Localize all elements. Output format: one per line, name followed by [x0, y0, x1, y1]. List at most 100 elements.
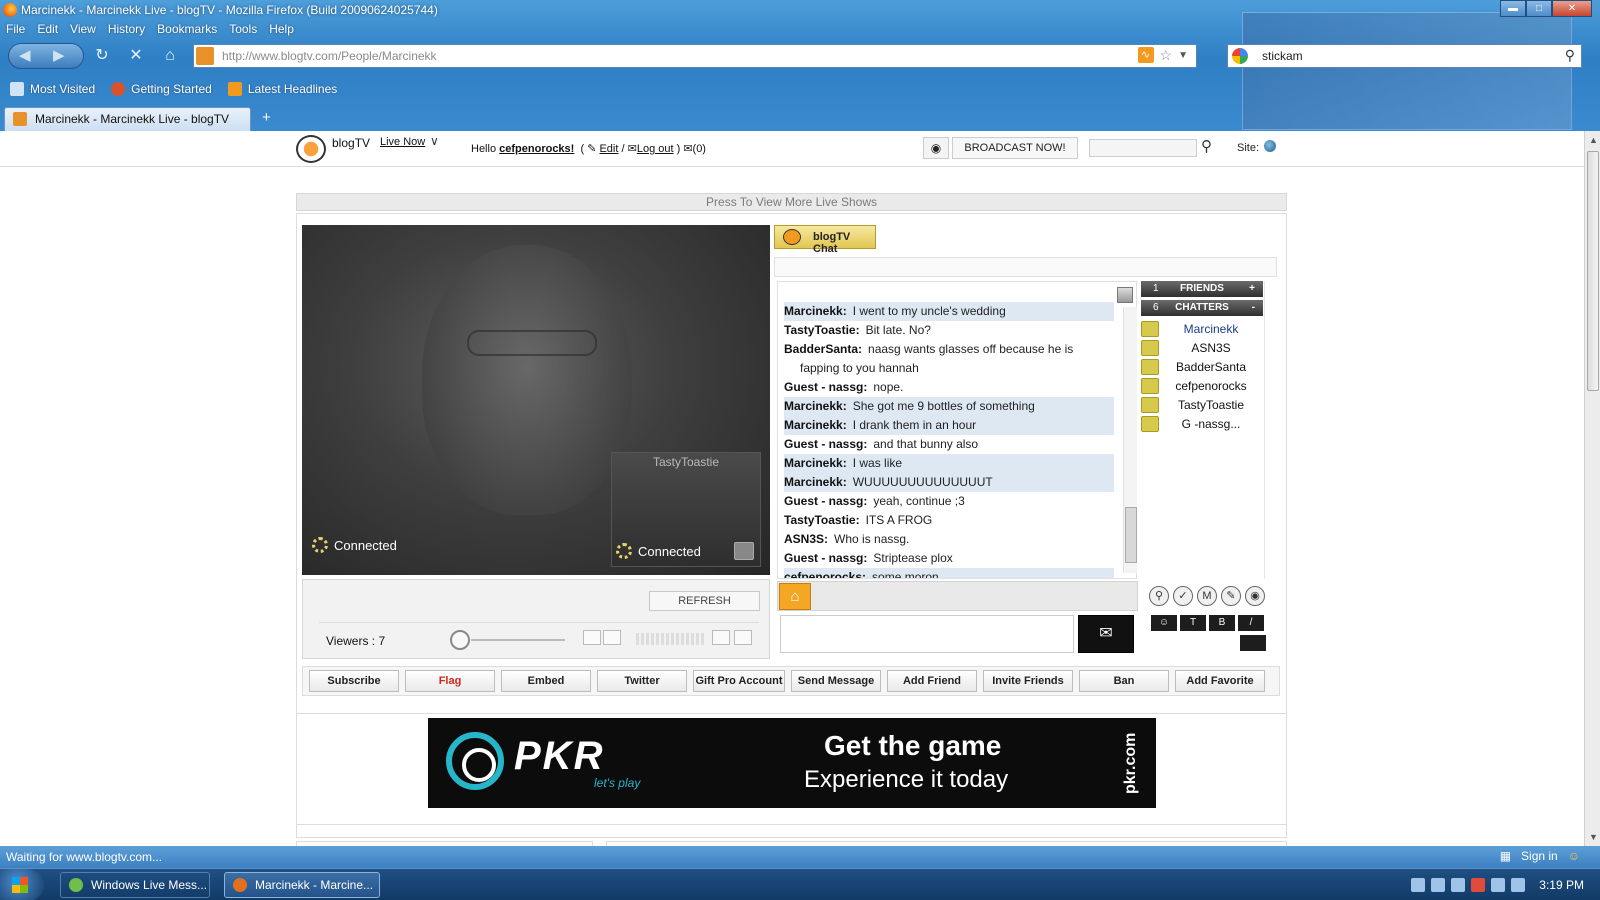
chat-author[interactable]: Guest - nassg:: [784, 494, 867, 508]
minimize-button[interactable]: ▬: [1500, 0, 1526, 17]
volume-slider-handle[interactable]: [450, 630, 470, 650]
flag-button[interactable]: Flag: [405, 670, 495, 692]
emoticon-icon[interactable]: ☺: [1151, 615, 1177, 631]
tab-blogtv[interactable]: Marcinekk - Marcinekk Live - blogTV: [4, 107, 251, 131]
pencil-icon[interactable]: ✎: [1221, 586, 1241, 606]
search-icon[interactable]: ⚲: [1565, 47, 1575, 64]
page-scrollbar-thumb[interactable]: [1587, 151, 1599, 391]
menu-history[interactable]: History: [102, 20, 151, 40]
add-friend-button[interactable]: Add Friend: [887, 670, 977, 692]
italic-button[interactable]: /: [1238, 615, 1264, 631]
address-bar[interactable]: http://www.blogtv.com/People/Marcinekk ∿…: [193, 44, 1197, 68]
close-button[interactable]: ✕: [1552, 0, 1592, 17]
maximize-button[interactable]: □: [1526, 0, 1552, 17]
fullscreen-icon[interactable]: [712, 630, 730, 645]
menu-tools[interactable]: Tools: [223, 20, 263, 40]
chat-scrollbar-thumb[interactable]: [1125, 507, 1137, 563]
user-list-item[interactable]: BadderSanta: [1141, 357, 1263, 376]
user-list-scrollbar[interactable]: [1264, 281, 1278, 579]
addon-icon[interactable]: ☺: [1568, 849, 1580, 863]
start-button[interactable]: [0, 869, 44, 900]
chat-author[interactable]: Marcinekk:: [784, 475, 847, 489]
color-picker-button[interactable]: [1240, 635, 1266, 651]
chatters-group-header[interactable]: 6 CHATTERS -: [1141, 300, 1263, 316]
chat-log[interactable]: Marcinekk: I went to my uncle's wedding T…: [777, 281, 1137, 579]
chat-author[interactable]: ASN3S:: [784, 532, 828, 546]
bookmark-latest-headlines[interactable]: Latest Headlines: [227, 78, 337, 100]
speaker-icon[interactable]: [734, 542, 754, 560]
pkr-banner-ad[interactable]: PKR let's play Get the game Experience i…: [428, 718, 1156, 808]
user-list-item[interactable]: cefpenorocks: [1141, 376, 1263, 395]
edit-profile-link[interactable]: Edit: [599, 143, 618, 155]
url-dropdown-icon[interactable]: ▼: [1178, 47, 1188, 65]
send-message-button[interactable]: ✉: [1078, 615, 1134, 653]
ban-button[interactable]: Ban: [1079, 670, 1169, 692]
broadcast-now-button[interactable]: BROADCAST NOW!: [952, 137, 1078, 159]
volume-slider-track[interactable]: [471, 639, 565, 641]
rss-feed-icon[interactable]: ∿: [1137, 47, 1154, 63]
refresh-button[interactable]: REFRESH: [649, 591, 760, 611]
subscribe-button[interactable]: Subscribe: [309, 670, 399, 692]
url-text[interactable]: http://www.blogtv.com/People/Marcinekk: [222, 49, 437, 63]
search-input[interactable]: stickam: [1262, 49, 1303, 63]
friends-group-header[interactable]: 1 FRIENDS +: [1141, 281, 1263, 297]
invite-friends-button[interactable]: Invite Friends: [983, 670, 1073, 692]
scroll-up-icon[interactable]: ▲: [1589, 135, 1598, 145]
stop-icon[interactable]: ✕: [126, 46, 146, 66]
bookmark-getting-started[interactable]: Getting Started: [111, 78, 212, 100]
chat-author[interactable]: Guest - nassg:: [784, 551, 867, 565]
expand-toggle[interactable]: +: [1249, 281, 1255, 297]
collapse-toggle[interactable]: -: [1252, 300, 1255, 316]
display-icon[interactable]: [1491, 878, 1506, 892]
search-users-icon[interactable]: ⚲: [1149, 586, 1169, 606]
antivirus-icon[interactable]: [1451, 878, 1466, 892]
security-icon[interactable]: [1471, 878, 1486, 892]
send-message-link-button[interactable]: Send Message: [791, 670, 881, 692]
tab-blogtv-chat[interactable]: blogTV Chat: [774, 225, 876, 255]
user-list-item[interactable]: ASN3S: [1141, 338, 1263, 357]
message-count[interactable]: (0): [693, 143, 706, 155]
scroll-down-icon[interactable]: ▼: [1589, 832, 1598, 842]
clock[interactable]: 3:19 PM: [1539, 878, 1584, 892]
guest-video-pip[interactable]: TastyToastie Connected: [611, 452, 761, 567]
blogtv-logo[interactable]: [296, 135, 326, 163]
site-search-input[interactable]: [1089, 139, 1197, 157]
forward-icon[interactable]: ▶: [53, 46, 65, 64]
chat-author[interactable]: Marcinekk:: [784, 399, 847, 413]
speaker-icon[interactable]: [734, 630, 752, 645]
menu-bookmarks[interactable]: Bookmarks: [151, 20, 223, 40]
bookmark-star-icon[interactable]: ☆: [1160, 47, 1173, 65]
chat-author[interactable]: BadderSanta:: [784, 342, 862, 356]
google-search-engine-icon[interactable]: [1232, 48, 1248, 64]
video-player[interactable]: Connected TastyToastie Connected: [302, 225, 770, 575]
new-tab-button[interactable]: +: [262, 109, 271, 126]
bold-button[interactable]: B: [1209, 615, 1235, 631]
chat-message-input[interactable]: [780, 615, 1074, 653]
save-chat-icon[interactable]: [1117, 287, 1133, 303]
page-scrollbar[interactable]: ▲ ▼: [1584, 131, 1600, 846]
menu-edit[interactable]: Edit: [31, 20, 64, 40]
bookmark-most-visited[interactable]: Most Visited: [10, 78, 95, 100]
sign-in-link[interactable]: Sign in: [1521, 849, 1558, 863]
chat-author[interactable]: Guest - nassg:: [784, 380, 867, 394]
globe-icon[interactable]: ◉: [1245, 586, 1265, 606]
menu-file[interactable]: File: [0, 20, 31, 40]
add-favorite-button[interactable]: Add Favorite: [1175, 670, 1265, 692]
taskbar-item-firefox[interactable]: Marcinekk - Marcine...: [224, 872, 380, 898]
chat-author[interactable]: Marcinekk:: [784, 304, 847, 318]
reload-icon[interactable]: ↻: [92, 46, 112, 66]
menu-help[interactable]: Help: [263, 20, 300, 40]
chat-author[interactable]: TastyToastie:: [784, 323, 860, 337]
messenger-tray-icon[interactable]: [1431, 878, 1446, 892]
split-view-icon[interactable]: [603, 630, 621, 645]
chat-scrollbar[interactable]: [1123, 307, 1137, 573]
site-brand[interactable]: blogTV: [332, 136, 370, 150]
user-list-item[interactable]: G -nassg...: [1141, 414, 1263, 433]
chat-author[interactable]: TastyToastie:: [784, 513, 860, 527]
chat-author[interactable]: Marcinekk:: [784, 418, 847, 432]
logout-link[interactable]: Log out: [637, 143, 674, 155]
user-list-item[interactable]: TastyToastie: [1141, 395, 1263, 414]
user-list-item[interactable]: Marcinekk: [1141, 319, 1263, 338]
chat-author[interactable]: cefpenorocks:: [784, 570, 866, 578]
broadcast-camera-icon[interactable]: ◉: [923, 137, 949, 159]
